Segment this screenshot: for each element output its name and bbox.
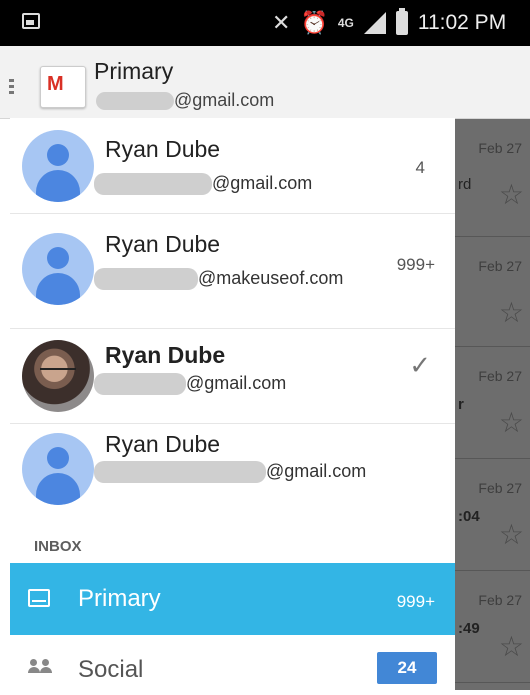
inbox-icon <box>28 589 50 607</box>
navigation-drawer: Ryan Dube @gmail.com 4 Ryan Dube @makeus… <box>10 118 455 690</box>
unread-count: 4 <box>415 158 425 177</box>
account-name: Ryan Dube <box>105 431 221 457</box>
email-item[interactable]: Feb 27 :04 ☆ <box>455 458 530 571</box>
account-name: Ryan Dube <box>105 136 221 162</box>
email-list-background: Feb 27 rd ☆ Feb 27 ☆ Feb 27 r ☆ Feb 27 :… <box>455 118 530 690</box>
redacted-text <box>96 92 174 111</box>
account-email: @gmail.com <box>94 461 367 484</box>
account-name: Ryan Dube <box>105 231 221 257</box>
email-suffix: @gmail.com <box>174 90 275 110</box>
avatar <box>22 433 94 505</box>
account-email: @makeuseof.com <box>94 268 344 291</box>
email-snippet: :49 <box>458 620 480 637</box>
account-item-active[interactable]: Ryan Dube @gmail.com ✓ <box>10 328 455 424</box>
redacted-text <box>94 173 212 196</box>
email-suffix: @gmail.com <box>266 461 367 481</box>
page-title: Primary <box>94 58 174 84</box>
header-account-email: @gmail.com <box>96 90 274 111</box>
avatar <box>22 130 94 202</box>
battery-icon <box>395 8 408 35</box>
email-snippet: :04 <box>458 508 480 525</box>
avatar <box>22 233 94 305</box>
email-item[interactable]: Feb 27 ☆ <box>455 236 530 347</box>
email-suffix: @gmail.com <box>212 173 313 193</box>
clock: 11:02 PM <box>417 11 507 34</box>
account-email: @gmail.com <box>94 373 287 396</box>
checkmark-icon: ✓ <box>409 350 431 380</box>
unread-count: 999+ <box>396 592 435 611</box>
account-name: Ryan Dube <box>105 342 226 368</box>
nav-item-social[interactable]: Social 24 <box>10 635 455 695</box>
email-date: Feb 27 <box>478 258 522 274</box>
star-icon[interactable]: ☆ <box>499 296 524 329</box>
redacted-text <box>94 461 266 484</box>
star-icon[interactable]: ☆ <box>499 630 524 663</box>
unread-count: 999+ <box>396 255 435 274</box>
email-date: Feb 27 <box>478 592 522 608</box>
email-suffix: @gmail.com <box>186 373 287 393</box>
gallery-notification-icon <box>22 13 40 29</box>
nav-item-primary[interactable]: Primary 999+ <box>10 563 455 635</box>
redacted-text <box>94 373 186 396</box>
network-type: 4G <box>337 16 354 30</box>
star-icon[interactable]: ☆ <box>499 406 524 439</box>
star-icon[interactable]: ☆ <box>499 518 524 551</box>
redacted-text <box>94 268 198 291</box>
app-header: M Primary @gmail.com <box>0 46 530 119</box>
avatar-photo <box>22 340 94 412</box>
email-date: Feb 27 <box>478 480 522 496</box>
email-item[interactable]: Feb 27 r ☆ <box>455 346 530 459</box>
account-item[interactable]: Ryan Dube @makeuseof.com 999+ <box>10 213 455 329</box>
email-suffix: @makeuseof.com <box>198 268 344 288</box>
status-bar: ✕ ⏰ 4G 11:02 PM <box>0 0 530 46</box>
account-item[interactable]: Ryan Dube @gmail.com 4 <box>10 118 455 214</box>
account-item[interactable]: Ryan Dube @gmail.com <box>10 423 455 523</box>
signal-icon <box>363 12 386 34</box>
gmail-logo[interactable]: M <box>40 66 86 108</box>
people-icon <box>28 659 54 673</box>
mute-icon: ✕ <box>272 10 291 35</box>
email-snippet: r <box>458 396 464 413</box>
star-icon[interactable]: ☆ <box>499 178 524 211</box>
email-date: Feb 27 <box>478 140 522 156</box>
email-snippet: rd <box>458 176 472 193</box>
account-email: @gmail.com <box>94 173 313 196</box>
email-date: Feb 27 <box>478 368 522 384</box>
section-label-inbox: INBOX <box>34 538 82 555</box>
drawer-toggle-icon[interactable] <box>9 79 15 95</box>
count-badge: 24 <box>377 652 437 684</box>
nav-label: Primary <box>78 585 161 612</box>
alarm-icon: ⏰ <box>300 10 328 35</box>
email-item[interactable]: Feb 27 :49 ☆ <box>455 570 530 683</box>
status-icons: ✕ ⏰ 4G 11:02 PM <box>272 7 506 39</box>
nav-label: Social <box>78 656 144 683</box>
email-item[interactable]: Feb 27 rd ☆ <box>455 118 530 237</box>
gmail-m-icon: M <box>47 73 64 95</box>
